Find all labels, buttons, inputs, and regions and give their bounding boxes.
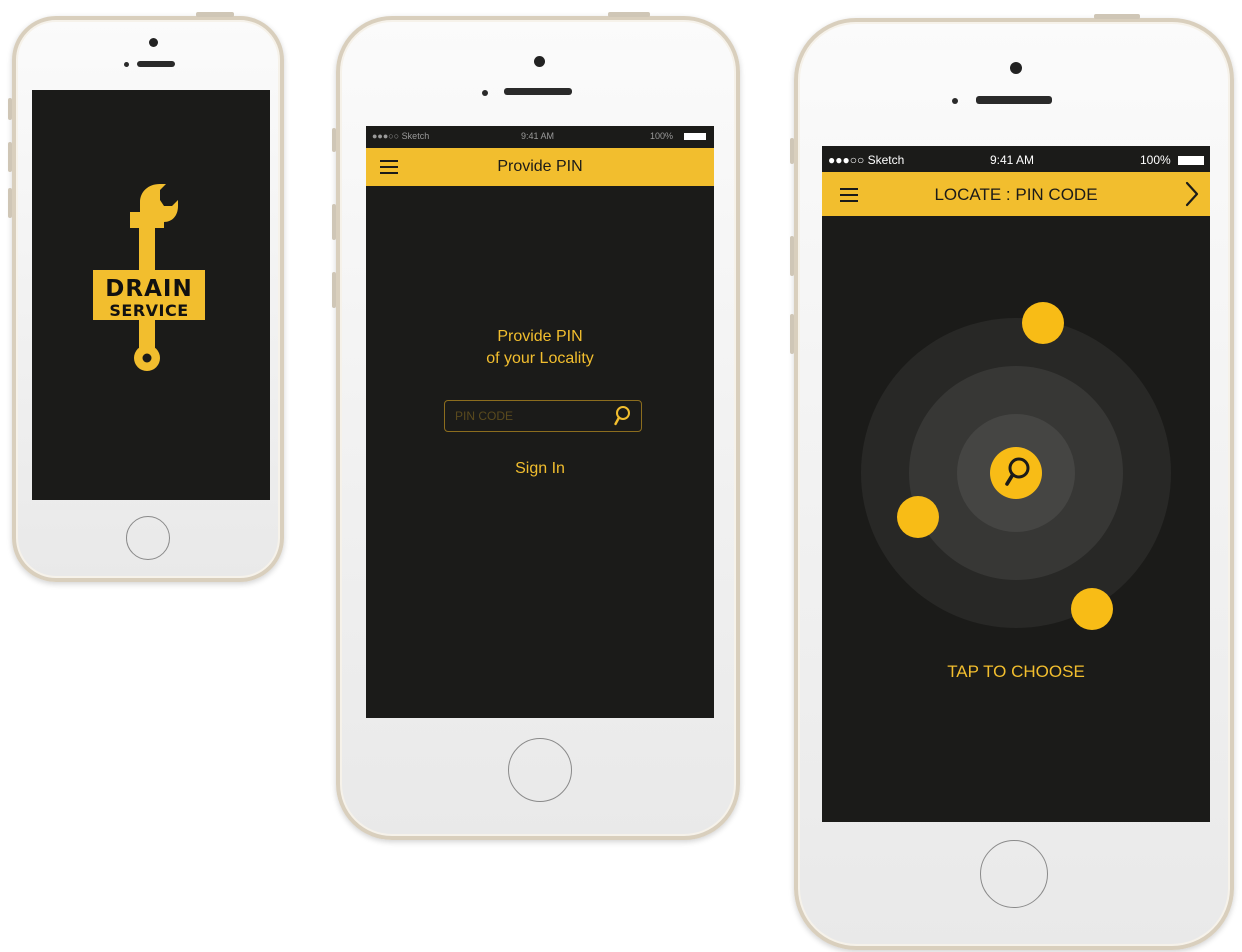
mute-switch xyxy=(8,98,12,120)
home-button[interactable] xyxy=(980,840,1048,908)
chevron-right-icon[interactable] xyxy=(1184,181,1200,207)
phone-1-screen: DRAIN SERVICE xyxy=(32,90,270,500)
search-icon[interactable] xyxy=(613,405,631,427)
status-bar: ●●●○○ Sketch 9:41 AM 100% xyxy=(366,126,714,146)
app-header: Provide PIN xyxy=(366,148,714,186)
battery-icon xyxy=(1178,156,1204,165)
phone-3-frame: ●●●○○ Sketch 9:41 AM 100% LOCATE : PIN C… xyxy=(790,14,1234,950)
phone-1-frame: DRAIN SERVICE xyxy=(8,12,284,582)
logo-line-1: DRAIN xyxy=(105,276,192,302)
phone-3-screen: ●●●○○ Sketch 9:41 AM 100% LOCATE : PIN C… xyxy=(822,146,1210,822)
battery-label: 100% xyxy=(650,131,674,141)
volume-up-button xyxy=(332,204,336,240)
proximity-sensor xyxy=(952,98,958,104)
pin-prompt: Provide PIN of your Locality xyxy=(366,326,714,370)
power-button xyxy=(608,12,650,17)
location-orb[interactable] xyxy=(897,496,939,538)
volume-down-button xyxy=(790,314,794,354)
page-title: LOCATE : PIN CODE xyxy=(934,185,1098,204)
earpiece-speaker xyxy=(504,88,572,95)
phone-2-screen: ●●●○○ Sketch 9:41 AM 100% Provide PIN Pr… xyxy=(366,126,714,718)
tap-to-choose-label: TAP TO CHOOSE xyxy=(947,662,1085,681)
volume-down-button xyxy=(8,188,12,218)
sign-in-button[interactable]: Sign In xyxy=(366,460,714,478)
power-button xyxy=(1094,14,1140,19)
battery-label: 100% xyxy=(1140,153,1171,167)
clock-label: 9:41 AM xyxy=(990,153,1035,167)
earpiece-speaker xyxy=(976,96,1052,104)
volume-down-button xyxy=(332,272,336,308)
battery-icon xyxy=(684,133,706,140)
mute-switch xyxy=(332,128,336,152)
volume-up-button xyxy=(8,142,12,172)
power-button xyxy=(196,12,234,17)
carrier-label: ●●●○○ Sketch xyxy=(828,153,905,167)
app-header: LOCATE : PIN CODE xyxy=(822,172,1210,216)
location-orb[interactable] xyxy=(1071,588,1113,630)
pin-code-field[interactable] xyxy=(444,400,642,432)
proximity-sensor xyxy=(124,62,129,67)
drain-service-logo: DRAIN SERVICE xyxy=(93,184,205,371)
front-camera xyxy=(149,38,158,47)
pin-code-input[interactable] xyxy=(453,401,607,431)
front-camera xyxy=(1010,62,1022,74)
front-camera xyxy=(534,56,545,67)
locate-search-button[interactable] xyxy=(990,447,1042,499)
home-button[interactable] xyxy=(508,738,572,802)
page-title: Provide PIN xyxy=(497,158,583,175)
phone-2-frame: ●●●○○ Sketch 9:41 AM 100% Provide PIN Pr… xyxy=(332,12,740,840)
clock-label: 9:41 AM xyxy=(521,131,555,141)
location-orb[interactable] xyxy=(1022,302,1064,344)
search-icon xyxy=(1005,457,1030,486)
pin-prompt-line-1: Provide PIN xyxy=(497,328,583,345)
pin-prompt-line-2: of your Locality xyxy=(486,350,594,367)
proximity-sensor xyxy=(482,90,488,96)
home-button[interactable] xyxy=(126,516,170,560)
logo-line-2: SERVICE xyxy=(109,301,188,320)
volume-up-button xyxy=(790,236,794,276)
status-bar: ●●●○○ Sketch 9:41 AM 100% xyxy=(822,146,1210,172)
mute-switch xyxy=(790,138,794,164)
carrier-label: ●●●○○ Sketch xyxy=(372,131,430,141)
earpiece-speaker xyxy=(137,61,175,67)
